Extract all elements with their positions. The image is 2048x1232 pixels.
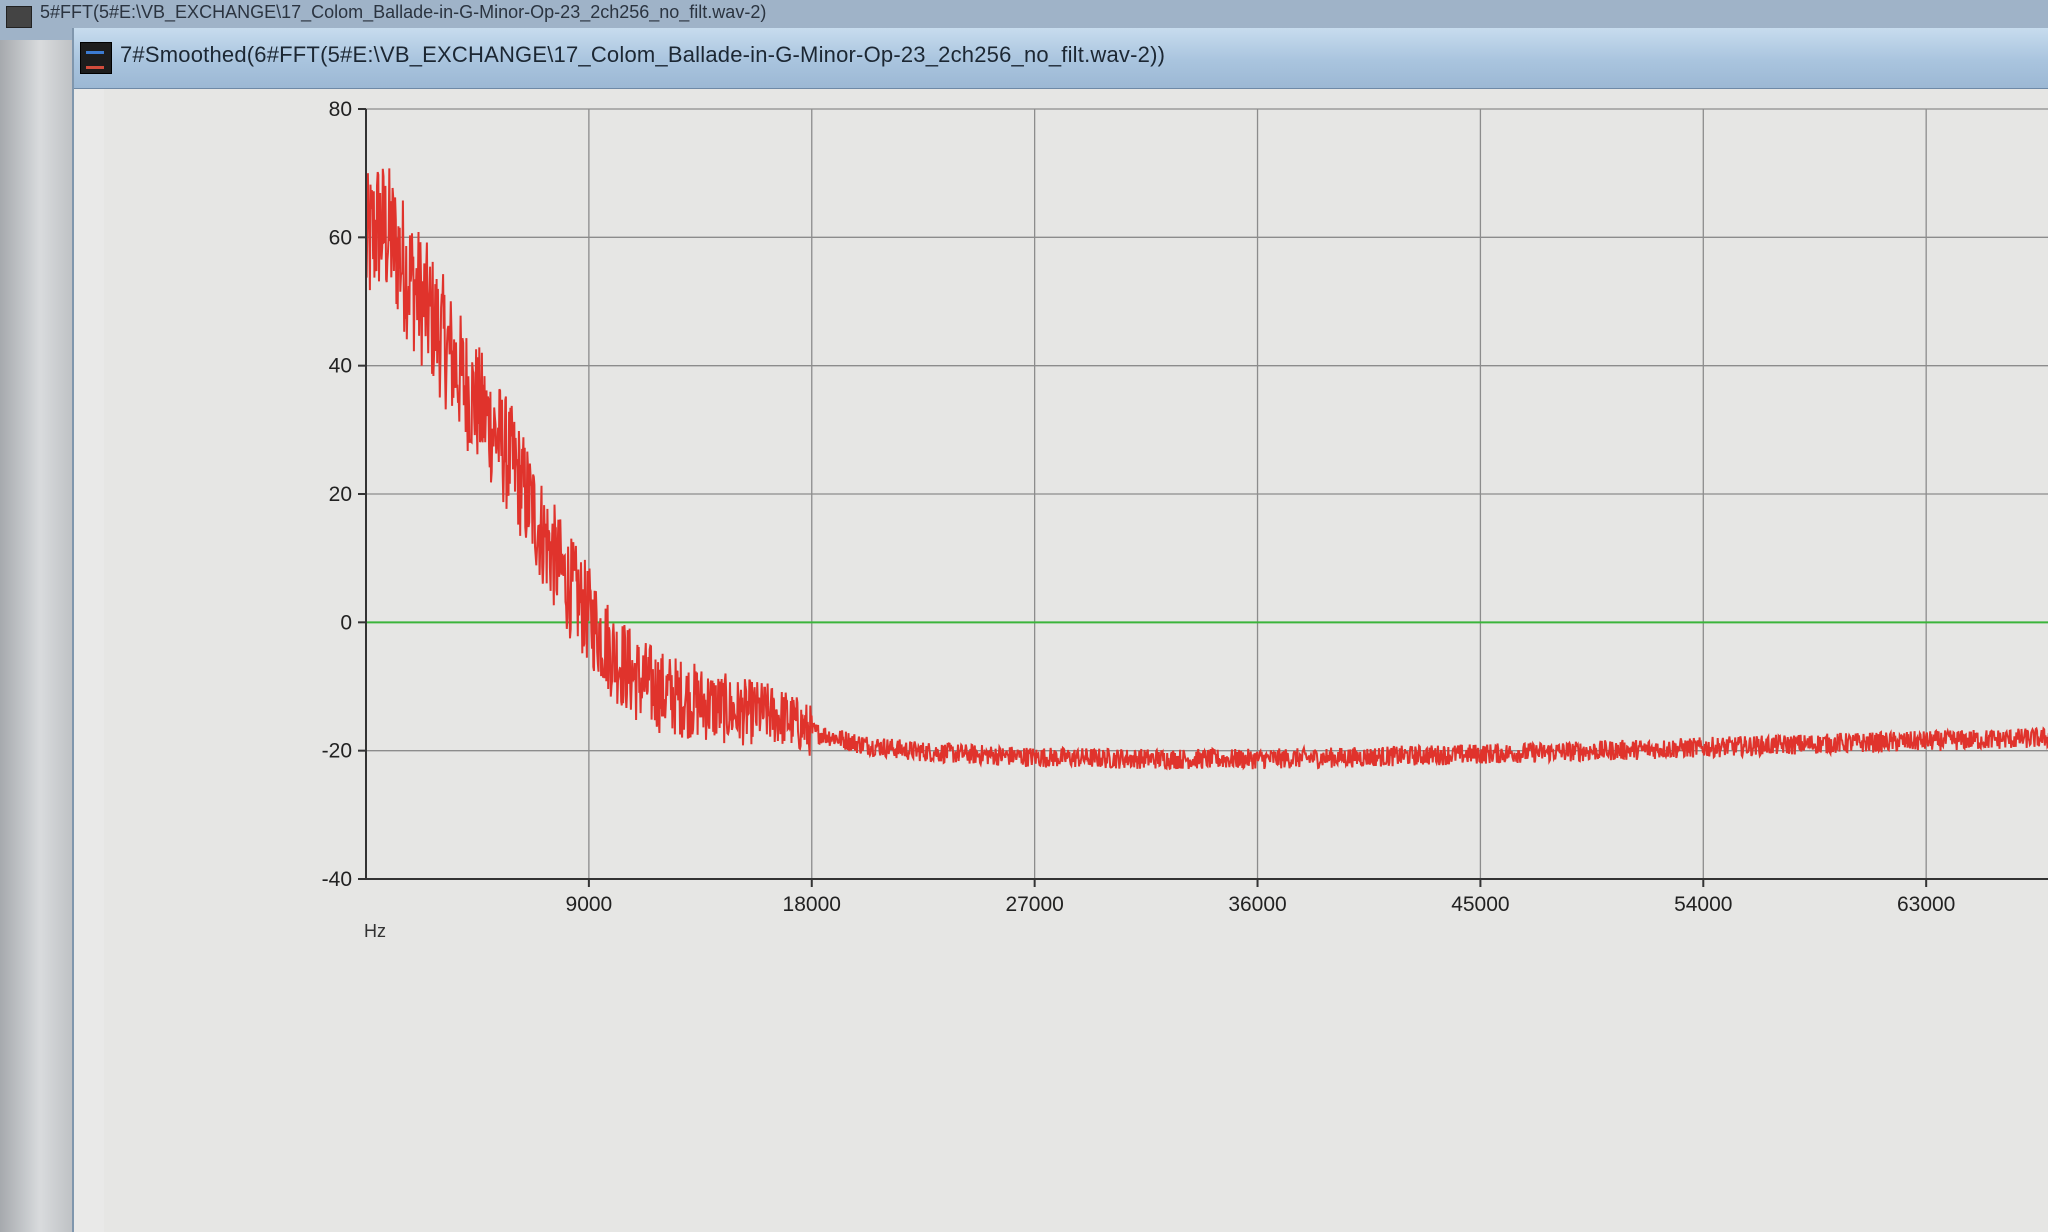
window-titlebar[interactable]: 7#Smoothed(6#FFT(5#E:\VB_EXCHANGE\17_Col… xyxy=(74,28,2048,89)
plot-panel[interactable]: 9000 18000 27000 36000 45000 54000 63000 80 60 4… xyxy=(104,89,2048,1232)
series-spectrum-line xyxy=(365,168,2048,771)
y-tick-label-1: 60 xyxy=(329,226,352,249)
y-tick-label-4: 0 xyxy=(340,611,352,634)
x-tick-label-6: 63000 xyxy=(1897,893,1955,916)
x-tick-label-4: 45000 xyxy=(1451,893,1509,916)
x-tick-label-3: 36000 xyxy=(1228,893,1286,916)
chart-app-icon[interactable] xyxy=(80,42,112,74)
y-tick-label-3: 20 xyxy=(329,483,352,506)
chart-window[interactable]: 7#Smoothed(6#FFT(5#E:\VB_EXCHANGE\17_Col… xyxy=(72,28,2048,1232)
x-tick-label-5: 54000 xyxy=(1674,893,1732,916)
y-tick-label-5: -20 xyxy=(322,740,352,763)
y-tick-label-0: 80 xyxy=(329,98,352,121)
window-title: 7#Smoothed(6#FFT(5#E:\VB_EXCHANGE\17_Col… xyxy=(120,42,1166,67)
background-window-title: 5#FFT(5#E:\VB_EXCHANGE\17_Colom_Ballade-… xyxy=(40,2,767,22)
y-tick-label-2: 40 xyxy=(329,355,352,378)
x-axis-unit-label: Hz xyxy=(364,921,386,941)
x-tick-label-0: 9000 xyxy=(566,893,613,916)
y-axis-ticks: 80 60 40 20 0 -20 -40 xyxy=(322,98,366,891)
background-window-frame xyxy=(0,40,72,1232)
x-axis-ticks: 9000 18000 27000 36000 45000 54000 63000 xyxy=(566,879,1955,916)
x-tick-label-2: 27000 xyxy=(1005,893,1063,916)
x-tick-label-1: 18000 xyxy=(783,893,841,916)
background-app-icon xyxy=(6,6,32,28)
y-tick-label-6: -40 xyxy=(322,868,352,891)
spectrum-chart[interactable]: 9000 18000 27000 36000 45000 54000 63000 80 60 4… xyxy=(104,89,2048,1232)
